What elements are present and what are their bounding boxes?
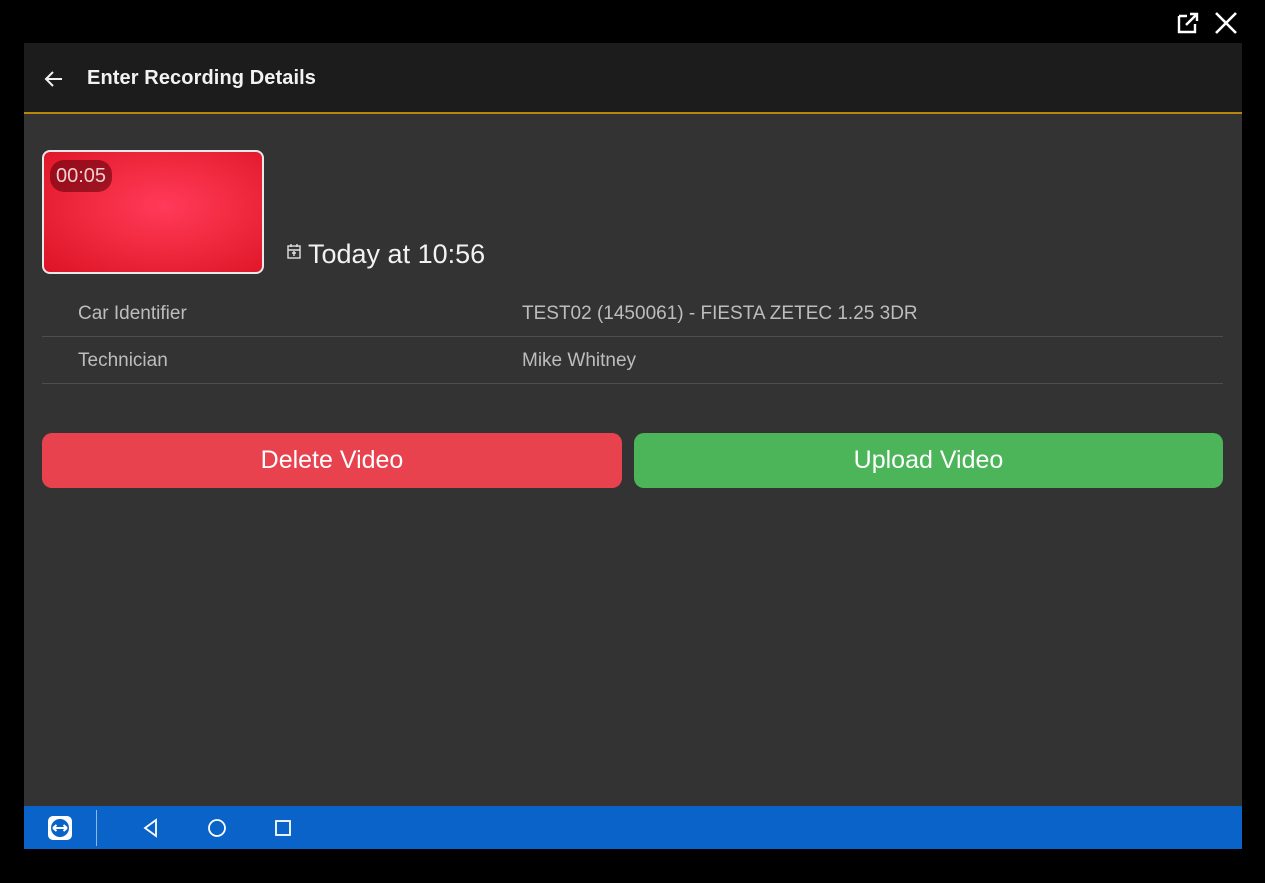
square-recents-icon[interactable] [267, 812, 299, 844]
teamviewer-icon[interactable] [44, 812, 76, 844]
recording-date: Today at 10:56 [286, 239, 485, 270]
video-thumbnail[interactable]: 00:05 [42, 150, 264, 274]
detail-row-technician: Technician Mike Whitney [42, 338, 1223, 384]
device-screen: Enter Recording Details 00:05 Today at 1… [24, 43, 1242, 849]
close-icon[interactable] [1211, 8, 1241, 38]
detail-label: Technician [78, 350, 168, 371]
detail-value: TEST02 (1450061) - FIESTA ZETEC 1.25 3DR [522, 303, 918, 324]
window-controls [1173, 8, 1241, 38]
detail-row-car-identifier: Car Identifier TEST02 (1450061) - FIESTA… [42, 291, 1223, 337]
triangle-back-icon[interactable] [135, 812, 167, 844]
video-duration-badge: 00:05 [50, 160, 113, 192]
recording-date-text: Today at 10:56 [308, 239, 486, 269]
calendar-icon [286, 243, 302, 266]
page-title: Enter Recording Details [87, 67, 317, 89]
remote-window-frame: Enter Recording Details 00:05 Today at 1… [0, 0, 1265, 883]
upload-video-button[interactable]: Upload Video [634, 433, 1223, 488]
android-navigation-bar [24, 806, 1242, 849]
app-bar: Enter Recording Details [24, 43, 1242, 114]
arrow-left-icon[interactable] [38, 63, 70, 95]
detail-value: Mike Whitney [522, 350, 637, 371]
delete-video-button[interactable]: Delete Video [42, 433, 622, 488]
detail-label: Car Identifier [78, 303, 187, 324]
external-link-icon[interactable] [1173, 8, 1203, 38]
circle-home-icon[interactable] [201, 812, 233, 844]
nav-divider [96, 810, 97, 846]
